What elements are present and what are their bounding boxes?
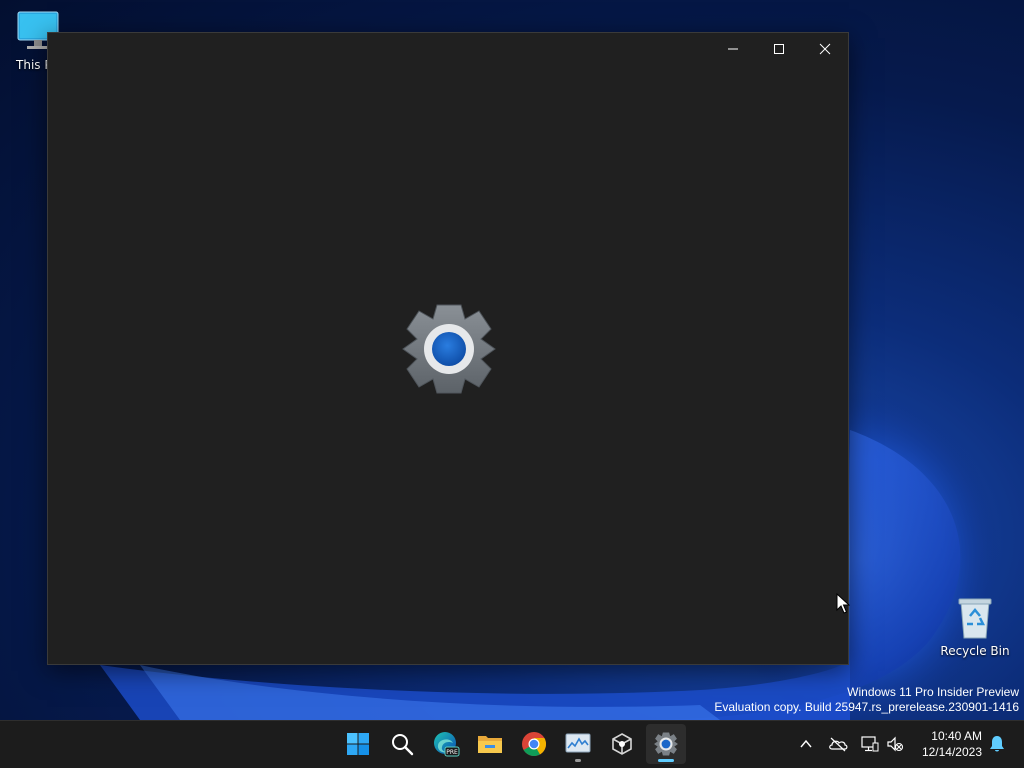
- clock-date: 12/14/2023: [921, 745, 982, 759]
- edge-pre-badge: PRE: [446, 749, 458, 756]
- mouse-cursor-icon: [836, 593, 850, 614]
- tray-volume[interactable]: [884, 733, 906, 755]
- taskbar-file-explorer[interactable]: [470, 724, 510, 764]
- watermark-edition: Windows 11 Pro Insider Preview: [847, 685, 1019, 699]
- edge-pre-icon: PRE: [434, 732, 460, 757]
- settings-window[interactable]: [47, 32, 849, 665]
- folder-icon: [478, 736, 502, 753]
- chrome-icon: [522, 732, 547, 757]
- maximize-icon: [774, 44, 784, 54]
- taskbar-start-button[interactable]: [338, 724, 378, 764]
- taskbar-settings[interactable]: [646, 724, 686, 764]
- tray-overflow-button[interactable]: [795, 733, 817, 755]
- taskbar: PRE 10:40 AM 12/14/2023: [0, 720, 1024, 768]
- build-watermark: Windows 11 Pro Insider Preview Evaluatio…: [714, 685, 1019, 715]
- active-indicator: [658, 759, 674, 762]
- minimize-button[interactable]: [710, 33, 756, 65]
- recycle-bin-icon: [958, 598, 992, 639]
- taskbar-task-manager[interactable]: [558, 724, 598, 764]
- taskbar-chrome[interactable]: [514, 724, 554, 764]
- network-icon: [861, 736, 879, 752]
- desktop-icon-recycle-bin[interactable]: Recycle Bin: [939, 596, 1011, 658]
- clock-time: 10:40 AM: [931, 729, 982, 743]
- desktop-icon-label: Recycle Bin: [940, 644, 1010, 658]
- minimize-icon: [728, 48, 738, 50]
- notification-center-button[interactable]: [986, 733, 1008, 755]
- close-icon: [819, 43, 831, 55]
- close-button[interactable]: [802, 33, 848, 65]
- search-icon: [392, 734, 414, 756]
- onedrive-off-icon: [829, 737, 848, 752]
- watermark-build: Evaluation copy. Build 25947.rs_prerelea…: [714, 700, 1019, 714]
- tray-clock[interactable]: 10:40 AM 12/14/2023: [922, 728, 982, 760]
- desktop: This PC Recycle Bin Windows 11 Pro Insid…: [0, 0, 1024, 768]
- box-icon: [612, 733, 632, 755]
- bell-icon: [990, 736, 1004, 752]
- task-manager-icon: [565, 733, 591, 753]
- chevron-up-icon: [800, 739, 812, 748]
- maximize-button[interactable]: [756, 33, 802, 65]
- tray-onedrive[interactable]: [827, 733, 849, 755]
- gear-icon: [402, 304, 496, 394]
- gear-icon: [654, 732, 678, 756]
- running-indicator: [575, 759, 581, 762]
- taskbar-edge-preview[interactable]: PRE: [426, 724, 466, 764]
- windows-start-icon: [347, 733, 369, 755]
- taskbar-search-button[interactable]: [382, 724, 422, 764]
- volume-muted-icon: [887, 736, 904, 752]
- taskbar-package-app[interactable]: [602, 724, 642, 764]
- tray-network[interactable]: [859, 733, 881, 755]
